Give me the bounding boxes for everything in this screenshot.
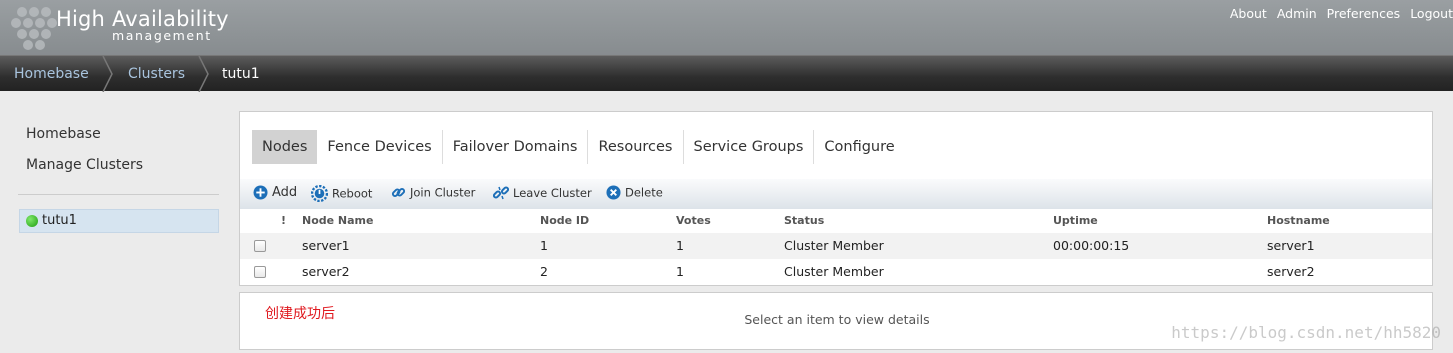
column-node-name[interactable]: Node Name [302, 214, 373, 227]
sidebar-divider [18, 194, 219, 195]
row-checkbox[interactable] [254, 266, 266, 278]
tab-bar: Nodes Fence Devices Failover Domains Res… [252, 130, 905, 164]
column-alert[interactable]: ! [281, 214, 286, 227]
tab-failover-domains[interactable]: Failover Domains [443, 130, 589, 164]
cluster-name: tutu1 [42, 213, 77, 228]
add-button[interactable]: Add [253, 185, 297, 203]
breadcrumb-clusters[interactable]: Clusters [128, 56, 185, 92]
column-votes[interactable]: Votes [676, 214, 711, 227]
node-name: server2 [302, 264, 350, 279]
leave-cluster-button[interactable]: Leave Cluster [493, 185, 592, 203]
hexagon-logo-icon [11, 7, 57, 50]
unlink-icon [493, 186, 509, 200]
about-link[interactable]: About [1230, 6, 1267, 21]
breadcrumb: Homebase Clusters tutu1 [0, 55, 1453, 92]
breadcrumb-homebase[interactable]: Homebase [14, 56, 89, 92]
sidebar-cluster-item[interactable]: tutu1 [19, 209, 219, 233]
link-icon [391, 188, 406, 197]
sidebar-item-manage-clusters[interactable]: Manage Clusters [26, 157, 143, 173]
admin-link[interactable]: Admin [1277, 6, 1317, 21]
breadcrumb-current: tutu1 [222, 66, 260, 82]
nodes-panel: Nodes Fence Devices Failover Domains Res… [239, 111, 1433, 286]
preferences-link[interactable]: Preferences [1327, 6, 1401, 21]
column-status[interactable]: Status [784, 214, 824, 227]
node-hostname: server1 [1267, 238, 1315, 253]
delete-button[interactable]: Delete [606, 185, 663, 203]
node-status: Cluster Member [784, 238, 884, 253]
column-hostname[interactable]: Hostname [1267, 214, 1330, 227]
brand-subtitle: management [112, 28, 212, 43]
tab-resources[interactable]: Resources [588, 130, 684, 164]
logout-link[interactable]: Logout [1410, 6, 1453, 21]
reboot-gear-icon [311, 185, 328, 202]
sidebar-item-homebase[interactable]: Homebase [26, 126, 101, 142]
breadcrumb-separator-icon [198, 56, 209, 92]
node-votes: 1 [676, 238, 684, 253]
top-links: About Admin Preferences Logout [1230, 6, 1453, 21]
delete-icon [606, 185, 621, 200]
tab-configure[interactable]: Configure [814, 130, 904, 164]
node-hostname: server2 [1267, 264, 1315, 279]
node-toolbar: Add Reboot Join Cluster Leave Cluster De… [240, 179, 1432, 209]
breadcrumb-separator-icon [102, 56, 113, 92]
reboot-button[interactable]: Reboot [311, 185, 372, 203]
node-uptime: 00:00:00:15 [1053, 238, 1130, 253]
watermark: https://blog.csdn.net/hh5820 [1171, 323, 1441, 342]
top-header: High Availability management About Admin… [0, 0, 1453, 55]
node-status: Cluster Member [784, 264, 884, 279]
tab-nodes[interactable]: Nodes [252, 130, 318, 164]
add-icon [253, 185, 268, 200]
column-node-id[interactable]: Node ID [540, 214, 589, 227]
brand: High Availability management [56, 7, 229, 43]
tab-fence-devices[interactable]: Fence Devices [317, 130, 443, 164]
table-row[interactable]: server2 2 1 Cluster Member server2 [240, 259, 1432, 285]
node-name: server1 [302, 238, 350, 253]
column-uptime[interactable]: Uptime [1053, 214, 1098, 227]
node-votes: 1 [676, 264, 684, 279]
table-row[interactable]: server1 1 1 Cluster Member 00:00:00:15 s… [240, 233, 1432, 259]
tab-service-groups[interactable]: Service Groups [684, 130, 815, 164]
node-id: 2 [540, 264, 548, 279]
status-online-icon [26, 215, 38, 227]
table-header: ! Node Name Node ID Votes Status Uptime … [240, 209, 1432, 233]
row-checkbox[interactable] [254, 240, 266, 252]
node-id: 1 [540, 238, 548, 253]
join-cluster-button[interactable]: Join Cluster [391, 185, 475, 203]
